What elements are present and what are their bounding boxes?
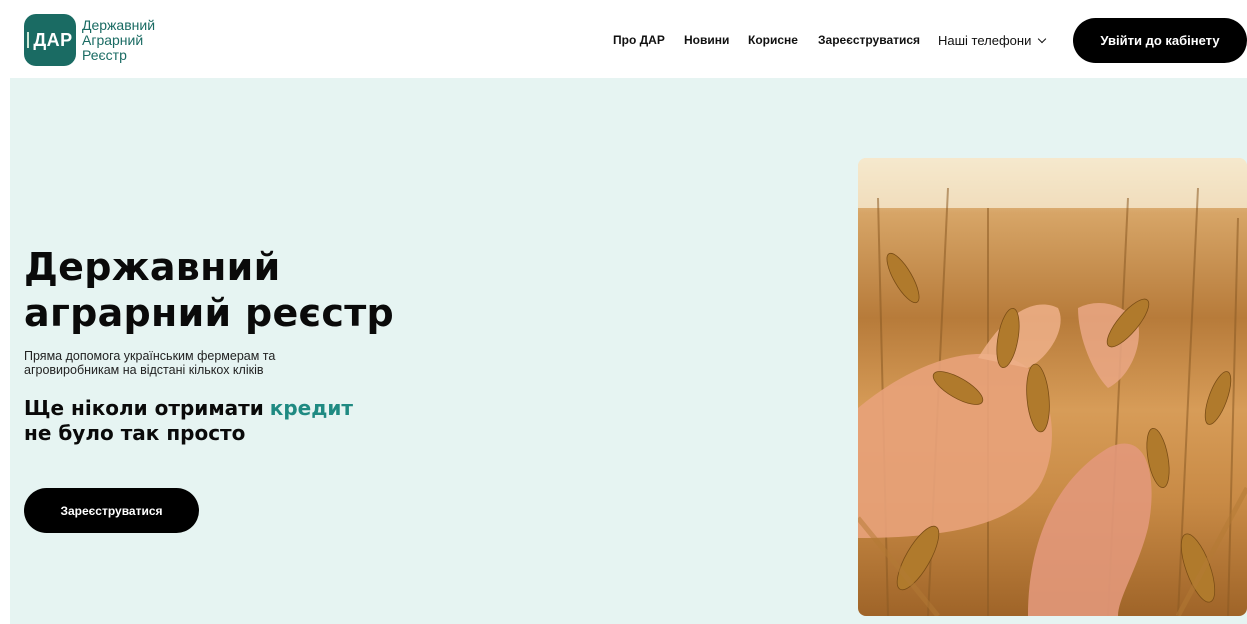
site-header: ДАР Державний Аграрний Реєстр Про ДАР Но… — [0, 0, 1247, 78]
nav-about-link[interactable]: Про ДАР — [613, 33, 665, 47]
hero-claim-line-1: Ще ніколи отримати — [24, 396, 264, 420]
hero-title-line-1: Державний — [24, 245, 281, 289]
nav-register-link[interactable]: Зареєструватися — [818, 33, 920, 47]
hero-claim-line-2: не було так просто — [24, 421, 246, 445]
logo-badge-text: ДАР — [33, 29, 73, 50]
wheat-icon — [27, 32, 31, 48]
nav-useful-link[interactable]: Корисне — [748, 33, 798, 47]
hero-subtitle-line-1: Пряма допомога українським фермерам та — [24, 349, 276, 363]
nav-news-link[interactable]: Новини — [684, 33, 729, 47]
hero-claim: Ще ніколи отримати кредит не було так про… — [24, 396, 353, 446]
logo-text: Державний Аграрний Реєстр — [82, 16, 156, 63]
login-button[interactable]: Увійти до кабінету — [1073, 18, 1247, 63]
nav-phones-label: Наші телефони — [938, 33, 1032, 48]
hero-title-line-2: аграрний реєстр — [24, 291, 395, 335]
hero-title: Державний аграрний реєстр — [24, 244, 394, 336]
hero-subtitle-line-2: агровиробникам на відстані кількох клікі… — [24, 363, 264, 377]
hero-claim-accent: кредит — [269, 396, 353, 420]
wheat-photo-illustration — [858, 158, 1247, 616]
logo-badge: ДАР — [24, 14, 76, 66]
logo-line-2: Аграрний — [82, 31, 144, 48]
hero-subtitle: Пряма допомога українським фермерам та а… — [24, 349, 324, 377]
logo-line-1: Державний — [82, 16, 156, 33]
chevron-down-icon — [1038, 34, 1047, 43]
logo[interactable]: ДАР Державний Аграрний Реєстр — [24, 14, 155, 66]
nav-phones-dropdown[interactable]: Наші телефони — [938, 33, 1047, 48]
wheat-hands-photo — [858, 158, 1247, 616]
hero-register-button[interactable]: Зареєструватися — [24, 488, 199, 533]
logo-line-3: Реєстр — [82, 46, 127, 63]
